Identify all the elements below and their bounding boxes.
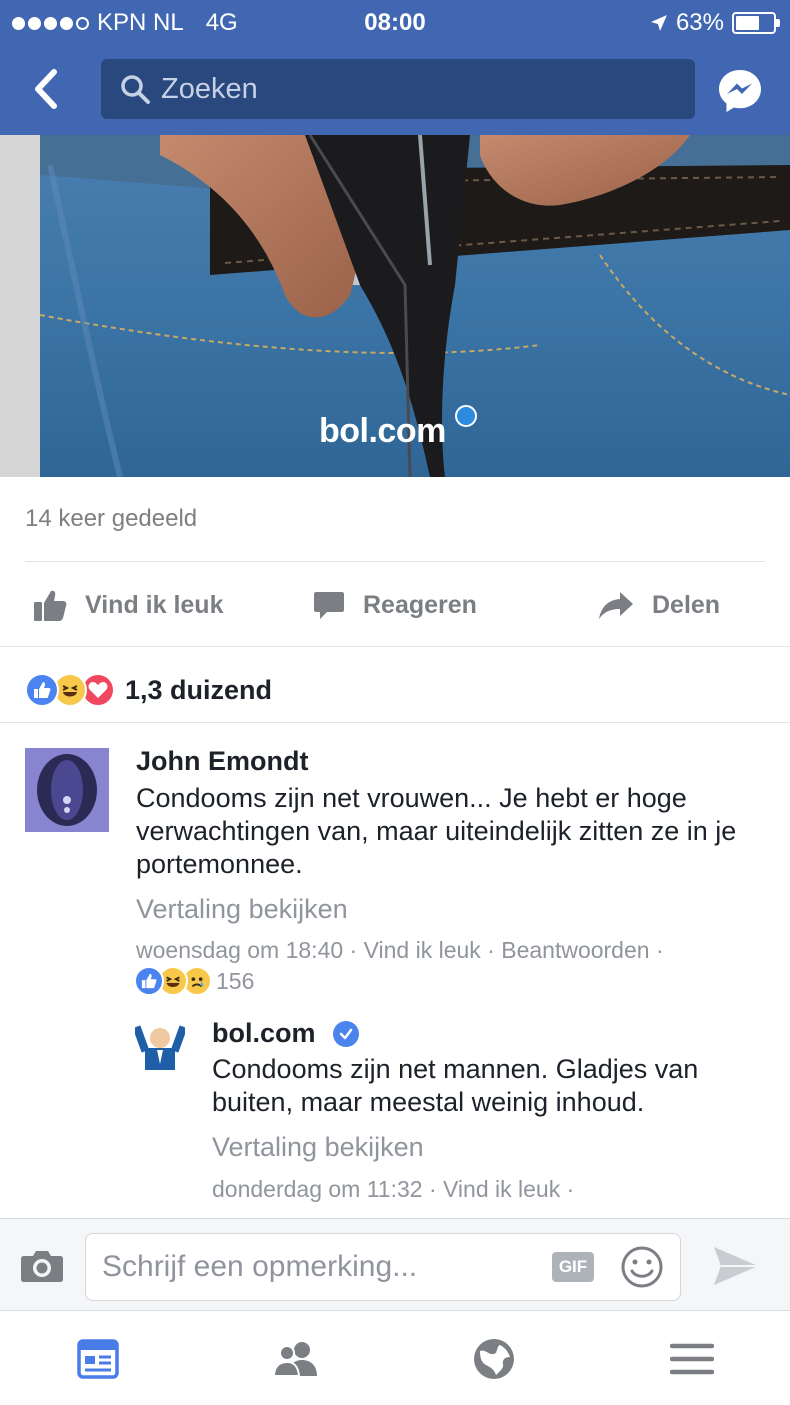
battery-fill <box>736 16 759 30</box>
friends-icon <box>272 1342 317 1377</box>
menu-icon <box>670 1343 714 1375</box>
comment-author[interactable]: bol.com <box>212 1018 316 1049</box>
status-right: 63% <box>650 9 780 37</box>
see-translation-link[interactable]: Vertaling bekijken <box>212 1132 424 1163</box>
comment-label: Reageren <box>363 590 477 619</box>
globe-icon <box>474 1339 514 1379</box>
bottom-tab-bar <box>0 1310 790 1405</box>
reactions-summary[interactable]: 1,3 duizend <box>25 670 272 710</box>
reaction-count: 1,3 duizend <box>125 674 273 705</box>
divider <box>25 561 765 562</box>
search-icon <box>119 72 153 106</box>
speech-bubble-icon <box>314 592 344 619</box>
tab-notifications[interactable] <box>470 1337 518 1381</box>
smiley-icon <box>621 1246 663 1288</box>
send-icon <box>714 1247 758 1285</box>
battery-percent: 63% <box>675 9 724 36</box>
avatar[interactable] <box>135 1020 185 1070</box>
tab-menu[interactable] <box>668 1337 716 1381</box>
like-label: Vind ik leuk <box>85 590 224 619</box>
comment-meta[interactable]: donderdag om 11:32 · Vind ik leuk · <box>212 1176 574 1203</box>
back-button[interactable] <box>28 66 64 112</box>
news-feed-icon <box>77 1339 119 1379</box>
bol-logo-mark-icon <box>455 405 477 427</box>
tab-friends[interactable] <box>272 1337 320 1381</box>
share-count[interactable]: 14 keer gedeeld <box>25 505 197 533</box>
thumbs-up-icon <box>34 590 67 621</box>
share-arrow-icon <box>599 592 633 619</box>
comment-text: Condooms zijn net vrouwen... Je hebt er … <box>136 783 737 879</box>
like-reaction-icon <box>25 673 59 707</box>
emoji-button[interactable] <box>620 1245 664 1294</box>
comment-reaction-count: 156 <box>216 967 255 994</box>
status-bar: KPN NL 4G 08:00 63% <box>0 0 790 45</box>
search-input[interactable]: Zoeken <box>101 59 695 119</box>
chevron-left-icon <box>35 69 57 109</box>
battery-icon <box>732 12 780 34</box>
tab-news-feed[interactable] <box>74 1337 122 1381</box>
divider <box>0 646 790 647</box>
share-button[interactable]: Delen <box>598 583 720 627</box>
camera-icon <box>21 1251 63 1282</box>
comment-text: Condooms zijn net mannen. Gladjes van bu… <box>212 1054 699 1117</box>
search-placeholder: Zoeken <box>161 72 258 105</box>
share-label: Delen <box>652 590 721 619</box>
location-arrow-icon <box>650 15 667 31</box>
verified-badge-icon <box>333 1021 359 1047</box>
comment-meta[interactable]: woensdag om 18:40 · Vind ik leuk · Beant… <box>136 937 664 964</box>
camera-button[interactable] <box>20 1249 64 1288</box>
comment-composer: GIF <box>0 1218 790 1310</box>
comment-button[interactable]: Reageren <box>313 583 477 627</box>
avatar[interactable] <box>25 748 109 832</box>
gif-button[interactable]: GIF <box>552 1252 594 1282</box>
top-bar: KPN NL 4G 08:00 63% Zoeken <box>0 0 790 135</box>
divider <box>0 722 790 723</box>
send-button[interactable] <box>712 1245 760 1292</box>
like-reaction-icon <box>134 966 164 996</box>
comment-reactions[interactable]: 156 <box>134 966 254 996</box>
messenger-icon <box>719 70 761 112</box>
comment-author[interactable]: John Emondt <box>136 746 308 777</box>
like-button[interactable]: Vind ik leuk <box>33 583 223 627</box>
messenger-button[interactable] <box>716 67 764 115</box>
post-image-logo: bol.com <box>319 412 446 450</box>
see-translation-link[interactable]: Vertaling bekijken <box>136 894 348 925</box>
